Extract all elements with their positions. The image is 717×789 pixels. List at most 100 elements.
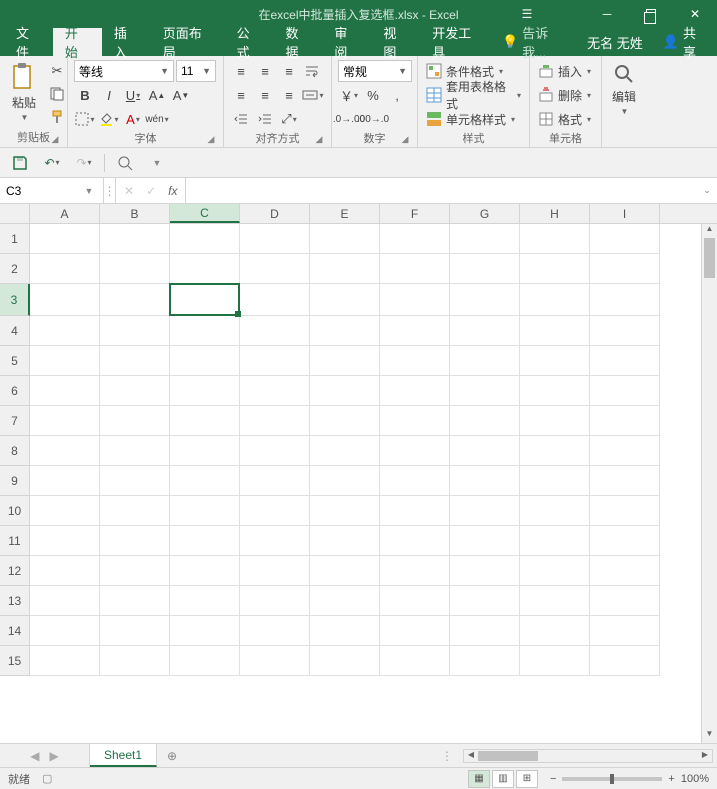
minimize-button[interactable]: ─ [585,0,629,28]
cell-E5[interactable] [310,346,380,376]
row-header-7[interactable]: 7 [0,406,30,436]
cell-H9[interactable] [520,466,590,496]
cell-D13[interactable] [240,586,310,616]
row-header-15[interactable]: 15 [0,646,30,676]
cell-A12[interactable] [30,556,100,586]
cell-A2[interactable] [30,254,100,284]
cell-B7[interactable] [100,406,170,436]
cell-I11[interactable] [590,526,660,556]
cell-A6[interactable] [30,376,100,406]
cell-G6[interactable] [450,376,520,406]
cell-C15[interactable] [170,646,240,676]
sheet-nav-next[interactable]: ▶ [50,749,59,763]
fill-color-button[interactable]: ▾ [98,108,120,130]
cell-D12[interactable] [240,556,310,586]
column-header-D[interactable]: D [240,204,310,223]
bold-button[interactable]: B [74,84,96,106]
percent-format-button[interactable]: % [362,84,384,106]
share-button[interactable]: 👤 共享 [653,28,717,56]
tab-review[interactable]: 审阅 [322,28,371,56]
cell-G9[interactable] [450,466,520,496]
ribbon-display-options-icon[interactable]: ☰ [513,7,541,21]
underline-button[interactable]: U▾ [122,84,144,106]
cell-H13[interactable] [520,586,590,616]
zoom-out-button[interactable]: − [550,773,556,785]
cell-F2[interactable] [380,254,450,284]
format-as-table-button[interactable]: 套用表格格式▾ [424,84,523,106]
row-header-2[interactable]: 2 [0,254,30,284]
sheet-tab-sheet1[interactable]: Sheet1 [90,744,157,767]
cell-A10[interactable] [30,496,100,526]
redo-button[interactable]: ↷▾ [72,151,96,175]
cell-D6[interactable] [240,376,310,406]
cell-H5[interactable] [520,346,590,376]
scroll-up-arrow[interactable]: ▲ [702,224,717,238]
font-color-button[interactable]: A▾ [122,108,144,130]
cell-F7[interactable] [380,406,450,436]
align-left-button[interactable]: ≡ [230,84,252,106]
restore-button[interactable] [629,0,673,28]
cell-E3[interactable] [310,284,380,316]
cell-G12[interactable] [450,556,520,586]
cell-I6[interactable] [590,376,660,406]
format-painter-button[interactable] [46,106,68,128]
column-header-A[interactable]: A [30,204,100,223]
font-dialog-launcher[interactable]: ◢ [205,134,217,146]
tab-home[interactable]: 开始 [53,28,102,56]
cell-D4[interactable] [240,316,310,346]
cell-E14[interactable] [310,616,380,646]
cell-A4[interactable] [30,316,100,346]
comma-format-button[interactable]: , [386,84,408,106]
cell-styles-button[interactable]: 单元格样式▾ [424,108,523,130]
cell-H2[interactable] [520,254,590,284]
cell-G4[interactable] [450,316,520,346]
row-header-9[interactable]: 9 [0,466,30,496]
cell-H14[interactable] [520,616,590,646]
cell-C14[interactable] [170,616,240,646]
cell-C12[interactable] [170,556,240,586]
cell-E8[interactable] [310,436,380,466]
cell-F1[interactable] [380,224,450,254]
cell-I14[interactable] [590,616,660,646]
row-header-10[interactable]: 10 [0,496,30,526]
cell-F5[interactable] [380,346,450,376]
new-sheet-button[interactable]: ⊕ [157,744,187,767]
cell-D10[interactable] [240,496,310,526]
number-dialog-launcher[interactable]: ◢ [399,134,411,146]
cell-I12[interactable] [590,556,660,586]
column-header-H[interactable]: H [520,204,590,223]
cell-B5[interactable] [100,346,170,376]
normal-view-button[interactable]: ▦ [468,770,490,788]
cell-G11[interactable] [450,526,520,556]
cell-I8[interactable] [590,436,660,466]
cell-G1[interactable] [450,224,520,254]
cell-H15[interactable] [520,646,590,676]
column-header-G[interactable]: G [450,204,520,223]
cell-A11[interactable] [30,526,100,556]
increase-indent-button[interactable] [254,108,276,130]
tab-insert[interactable]: 插入 [102,28,151,56]
row-header-12[interactable]: 12 [0,556,30,586]
tab-page-layout[interactable]: 页面布局 [151,28,225,56]
cell-A3[interactable] [30,284,100,316]
horizontal-scrollbar[interactable]: ◀ ▶ [463,749,713,763]
merge-center-button[interactable]: ▾ [302,84,324,106]
cell-H7[interactable] [520,406,590,436]
row-header-5[interactable]: 5 [0,346,30,376]
cell-I1[interactable] [590,224,660,254]
tab-split-handle[interactable]: ⋮ [441,749,453,763]
scroll-down-arrow[interactable]: ▼ [702,729,717,743]
cell-C1[interactable] [170,224,240,254]
tell-me-input[interactable]: 💡 告诉我... [494,28,577,56]
cell-H8[interactable] [520,436,590,466]
cell-F6[interactable] [380,376,450,406]
cell-I4[interactable] [590,316,660,346]
cell-D14[interactable] [240,616,310,646]
zoom-in-button[interactable]: + [668,773,674,785]
hscroll-thumb[interactable] [478,751,538,761]
row-header-3[interactable]: 3 [0,284,30,316]
align-bottom-button[interactable]: ≡ [278,60,300,82]
cell-E13[interactable] [310,586,380,616]
cell-C3[interactable] [170,284,240,316]
cell-D1[interactable] [240,224,310,254]
